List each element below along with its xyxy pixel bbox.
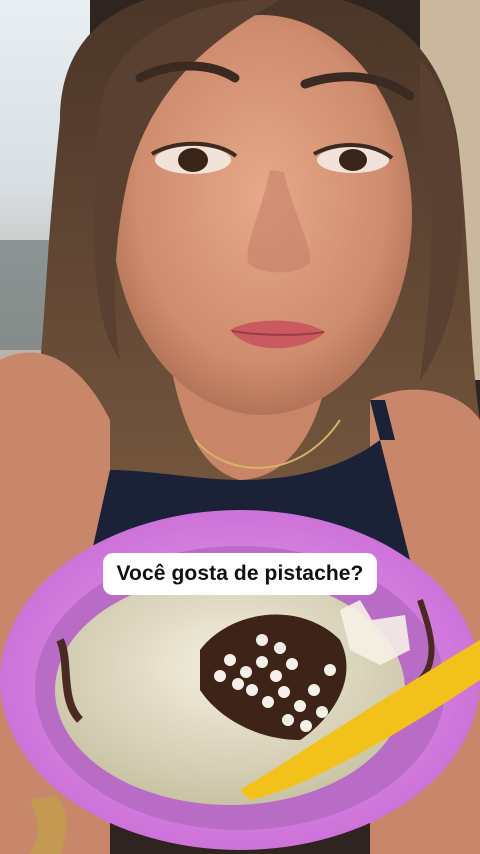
caption-text: Você gosta de pistache? bbox=[102, 553, 378, 595]
video-frame: Você gosta de pistache? bbox=[0, 0, 480, 854]
scene-photo bbox=[0, 0, 480, 854]
caption-container: Você gosta de pistache? bbox=[0, 553, 480, 595]
